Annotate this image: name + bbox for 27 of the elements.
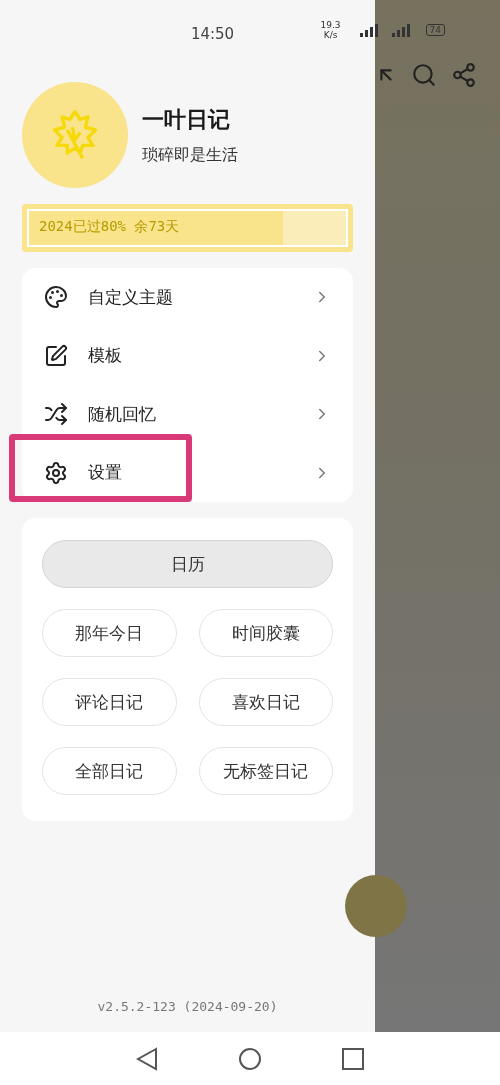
- shuffle-icon: [44, 402, 68, 427]
- back-icon[interactable]: [136, 1046, 158, 1071]
- search-icon[interactable]: [411, 62, 437, 88]
- shortcut-button[interactable]: 日历: [42, 540, 333, 588]
- app-motto: 琐碎即是生活: [142, 144, 238, 166]
- menu-item[interactable]: 随机回忆: [22, 385, 353, 444]
- progress-label: 2024已过80% 余73天: [39, 218, 180, 236]
- version-text: v2.5.2-123 (2024-09-20): [96, 999, 279, 1014]
- home-icon[interactable]: [238, 1046, 262, 1071]
- app-name: 一叶日记: [142, 105, 231, 134]
- network-speed: 19.3 K/s: [319, 20, 342, 40]
- share-icon[interactable]: [451, 62, 477, 88]
- menu-item[interactable]: 设置: [22, 443, 353, 502]
- edit-icon: [44, 343, 68, 368]
- settings-icon: [44, 460, 68, 485]
- shortcut-button[interactable]: 评论日记: [42, 678, 177, 726]
- recents-icon[interactable]: [342, 1047, 364, 1070]
- shortcut-button[interactable]: 无标签日记: [198, 747, 333, 795]
- shortcut-button[interactable]: 时间胶囊: [198, 609, 333, 657]
- palette-icon: [44, 285, 68, 310]
- menu-item[interactable]: 模板: [22, 326, 353, 385]
- menu-item[interactable]: 自定义主题: [22, 268, 353, 327]
- shortcut-button[interactable]: 那年今日: [42, 609, 177, 657]
- shortcut-button[interactable]: 全部日记: [42, 747, 177, 795]
- battery-level: 74: [425, 24, 445, 36]
- status-time: 14:50: [190, 25, 235, 43]
- shortcut-button[interactable]: 喜欢日记: [198, 678, 333, 726]
